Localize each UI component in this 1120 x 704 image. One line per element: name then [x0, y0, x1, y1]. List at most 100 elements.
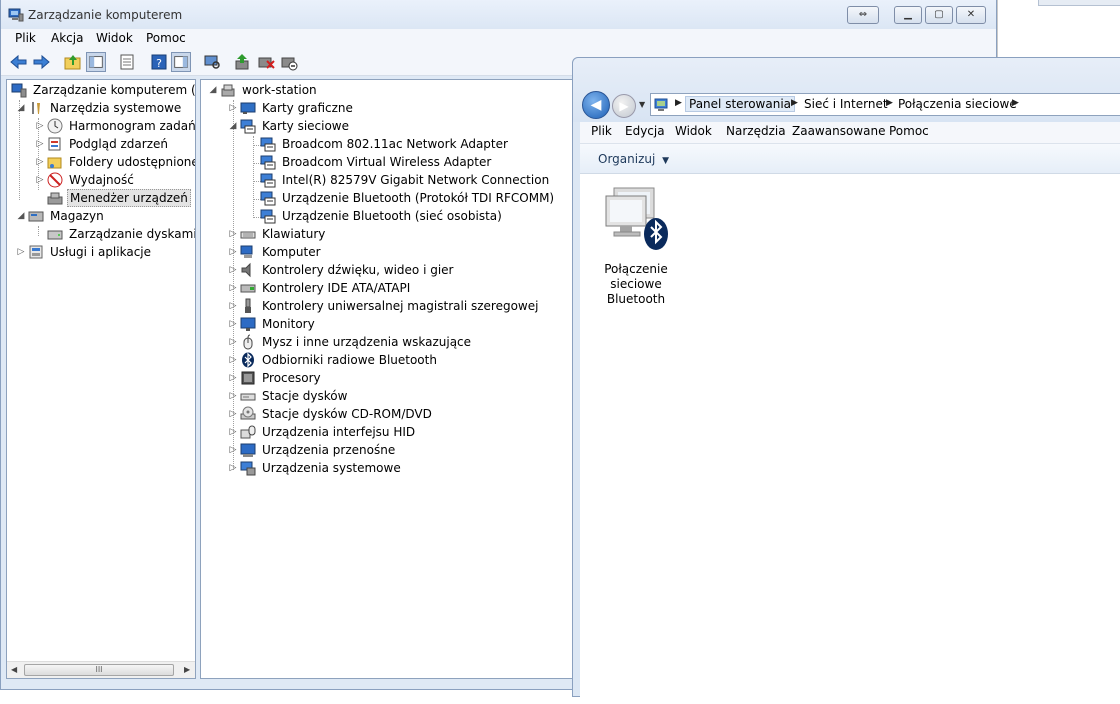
title-bar[interactable]: Zarządzanie komputerem ⇔ ▁ ▢ ✕ — [1, 0, 996, 30]
show-hide-tree-icon[interactable] — [86, 52, 106, 72]
minimize-button[interactable]: ▁ — [894, 6, 922, 24]
disk-drive-icon — [240, 393, 256, 401]
forward-button[interactable]: ▶ — [612, 94, 636, 118]
organize-button[interactable]: Organizuj ▼ — [598, 152, 669, 166]
show-action-pane-icon[interactable] — [171, 52, 191, 72]
breadcrumb-chevron-icon[interactable]: ▶ — [1012, 98, 1019, 108]
scroll-left-icon[interactable]: ◀ — [11, 665, 17, 674]
collapse-arrow-icon[interactable]: ◢ — [227, 117, 239, 135]
menu-plik[interactable]: Plik — [591, 124, 612, 138]
back-button[interactable]: ◀ — [582, 91, 610, 119]
processor-icon — [241, 371, 255, 385]
expand-arrow-icon[interactable]: ▷ — [227, 279, 239, 297]
expand-arrow-icon[interactable]: ▷ — [227, 315, 239, 333]
expand-arrow-icon[interactable]: ▷ — [227, 459, 239, 477]
clock-icon — [47, 118, 63, 134]
breadcrumb-chevron-icon[interactable]: ▶ — [675, 98, 682, 108]
computer-icon — [221, 84, 235, 97]
expand-arrow-icon[interactable]: ▷ — [34, 135, 46, 153]
bluetooth-icon — [242, 352, 254, 368]
tools-icon — [32, 102, 40, 114]
svg-text:?: ? — [156, 57, 162, 70]
collapse-arrow-icon[interactable]: ◢ — [207, 81, 219, 99]
scroll-thumb[interactable]: III — [24, 664, 174, 676]
breadcrumb-control-panel[interactable]: Panel sterowania — [685, 96, 795, 112]
recent-pages-dropdown-icon[interactable]: ▼ — [639, 100, 645, 109]
close-button[interactable]: ✕ — [956, 6, 986, 24]
expand-arrow-icon[interactable]: ▷ — [227, 351, 239, 369]
device-manager-icon — [47, 192, 63, 205]
menu-akcja[interactable]: Akcja — [51, 31, 83, 45]
expand-arrow-icon[interactable]: ▷ — [34, 153, 46, 171]
portable-device-icon — [240, 443, 256, 457]
control-panel-icon — [654, 98, 668, 111]
expand-arrow-icon[interactable]: ▷ — [34, 117, 46, 135]
maximize-button[interactable]: ▢ — [925, 6, 953, 24]
display-adapter-icon — [240, 102, 256, 114]
breadcrumb-chevron-icon[interactable]: ▶ — [791, 98, 798, 108]
address-bar[interactable]: ▶ Panel sterowania ▶ Sieć i Internet ▶ P… — [650, 93, 1120, 116]
expand-arrow-icon[interactable]: ▷ — [227, 333, 239, 351]
device-tree: ◢ work-station ▷ Karty graficzne ◢ Karty si… — [200, 79, 578, 679]
computer-management-icon — [8, 8, 24, 22]
cdrom-icon — [240, 406, 256, 420]
help-icon[interactable]: ? — [149, 52, 169, 72]
storage-icon — [28, 211, 44, 222]
forward-arrow-icon[interactable] — [31, 52, 51, 72]
expand-arrow-icon[interactable]: ▷ — [227, 387, 239, 405]
event-viewer-icon — [48, 137, 61, 151]
breadcrumb-network-connections[interactable]: Połączenia sieciowe — [898, 97, 1017, 111]
menu-widok[interactable]: Widok — [675, 124, 712, 138]
expand-arrow-icon[interactable]: ▷ — [227, 369, 239, 387]
breadcrumb-chevron-icon[interactable]: ▶ — [886, 98, 893, 108]
expand-arrow-icon[interactable]: ▷ — [227, 243, 239, 261]
bluetooth-network-connection-item[interactable]: Połączenie sieciowe Bluetooth — [596, 184, 676, 307]
menu-widok[interactable]: Widok — [96, 31, 133, 45]
sound-icon — [241, 262, 251, 278]
properties-icon[interactable] — [117, 52, 137, 72]
menu-bar: Plik Akcja Widok Pomoc — [1, 29, 996, 49]
up-folder-icon[interactable] — [63, 52, 83, 72]
network-adapter-icon — [260, 155, 276, 170]
menu-edycja[interactable]: Edycja — [625, 124, 665, 138]
scan-hardware-icon[interactable] — [202, 52, 222, 72]
network-adapter-icon — [260, 209, 276, 224]
navigation-tree: Zarządzanie komputerem (loka ◢ Narzędzia… — [6, 79, 196, 679]
ide-controller-icon — [240, 284, 256, 293]
menu-zaawansowane[interactable]: Zaawansowane — [792, 124, 885, 138]
expand-arrow-icon[interactable]: ▷ — [227, 297, 239, 315]
expand-arrow-icon[interactable]: ▷ — [34, 171, 46, 189]
breadcrumb-network-internet[interactable]: Sieć i Internet — [804, 97, 888, 111]
navigation-area: ◀ ▶ ▼ ▶ Panel sterowania ▶ Sieć i Intern… — [573, 58, 1120, 122]
keyboard-icon — [240, 231, 256, 239]
collapse-arrow-icon[interactable]: ◢ — [15, 99, 27, 117]
network-adapter-icon — [260, 173, 276, 188]
menu-pomoc[interactable]: Pomoc — [146, 31, 186, 45]
menu-plik[interactable]: Plik — [15, 31, 36, 45]
back-arrow-icon[interactable] — [9, 52, 29, 72]
menu-pomoc[interactable]: Pomoc — [889, 124, 929, 138]
expand-arrow-icon[interactable]: ▷ — [227, 261, 239, 279]
horizontal-scrollbar[interactable]: ◀ III ▶ — [7, 661, 195, 678]
expand-arrow-icon[interactable]: ▷ — [227, 225, 239, 243]
background-window — [997, 0, 1120, 57]
mouse-icon — [243, 334, 253, 350]
expand-arrow-icon[interactable]: ▷ — [227, 99, 239, 117]
expand-arrow-icon[interactable]: ▷ — [15, 243, 27, 261]
uninstall-device-icon[interactable] — [256, 52, 276, 72]
scroll-right-icon[interactable]: ▶ — [184, 665, 190, 674]
disable-device-icon[interactable] — [279, 52, 299, 72]
collapse-arrow-icon[interactable]: ◢ — [15, 207, 27, 225]
hid-icon — [240, 425, 256, 439]
expand-arrow-icon[interactable]: ▷ — [227, 423, 239, 441]
disk-icon — [47, 230, 63, 240]
network-adapter-icon — [260, 191, 276, 206]
window-title: Zarządzanie komputerem — [28, 8, 183, 22]
expand-arrow-icon[interactable]: ▷ — [227, 441, 239, 459]
menu-narzedzia[interactable]: Narzędzia — [726, 124, 786, 138]
update-driver-icon[interactable] — [233, 52, 253, 72]
snap-button[interactable]: ⇔ — [847, 6, 879, 24]
expand-arrow-icon[interactable]: ▷ — [227, 405, 239, 423]
computer-icon — [240, 245, 253, 258]
background-window-titlebar[interactable] — [1038, 0, 1120, 6]
